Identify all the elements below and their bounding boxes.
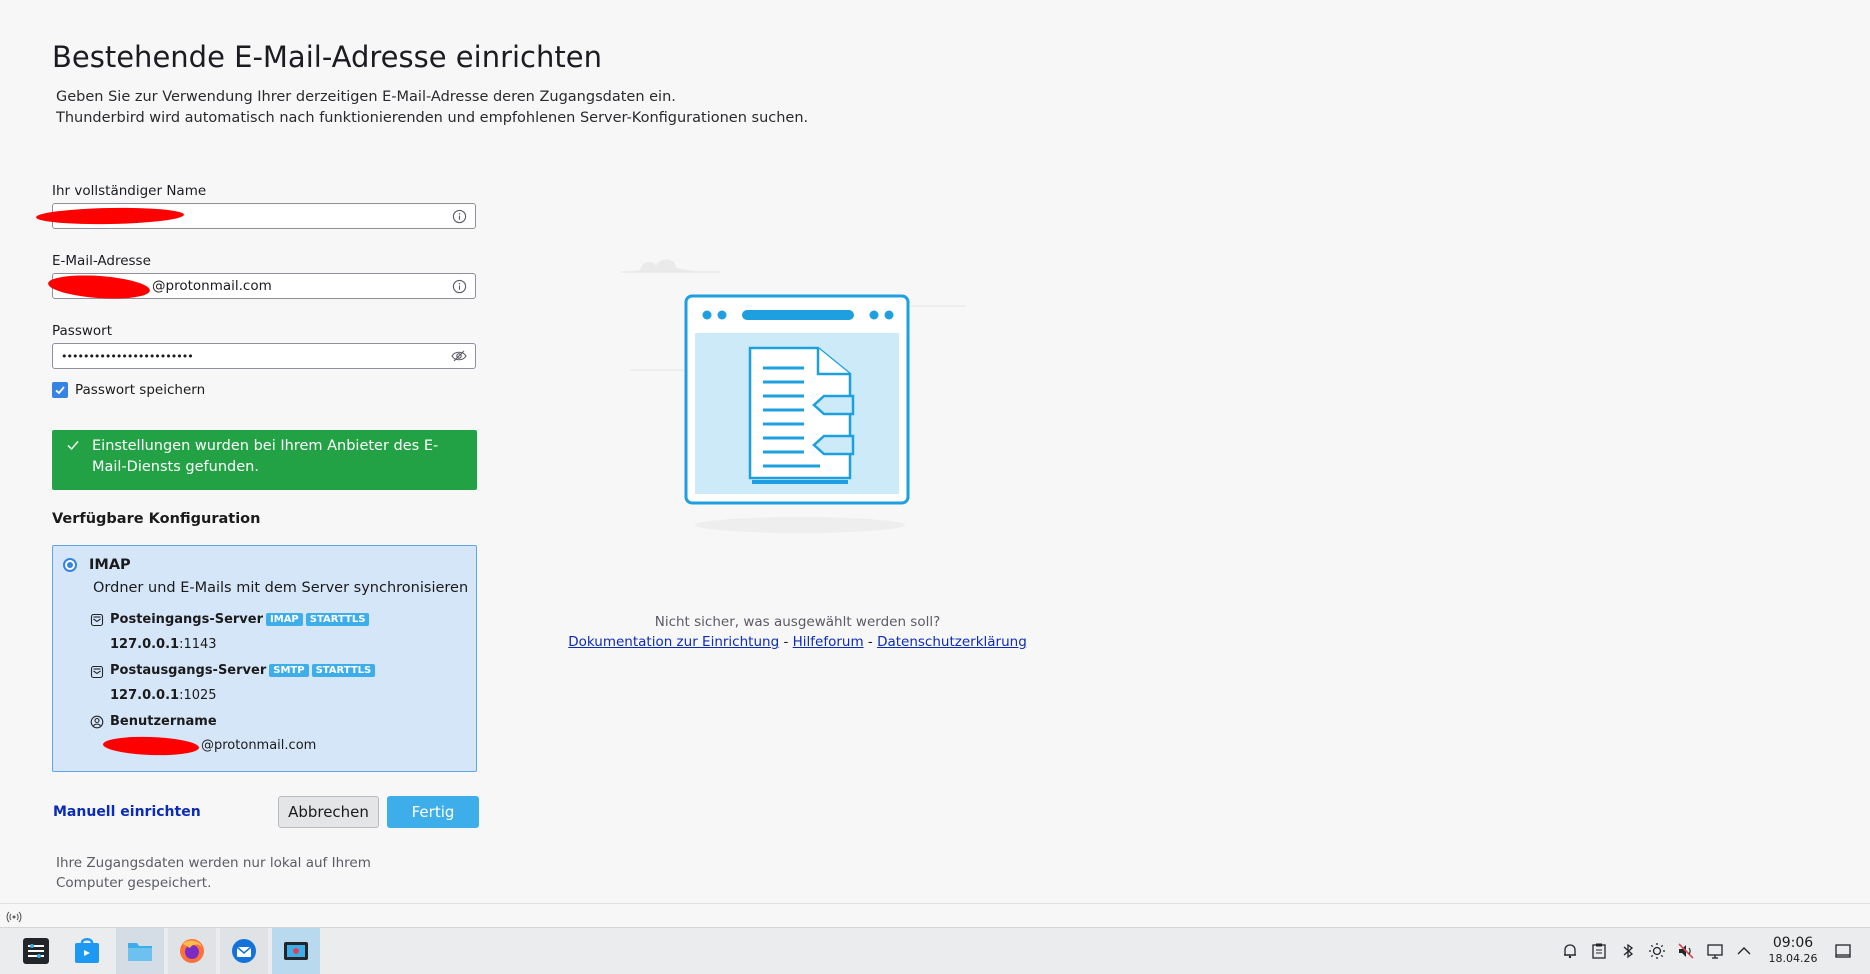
documentation-link[interactable]: Dokumentation zur Einrichtung	[568, 634, 779, 650]
show-desktop-icon[interactable]	[1833, 941, 1853, 961]
thunderbird-icon[interactable]	[220, 928, 268, 974]
status-bar	[0, 903, 1870, 928]
server-icon	[90, 612, 104, 627]
outgoing-server-label: Postausgangs-Server	[110, 663, 267, 678]
outgoing-badge-smtp: SMTP	[269, 664, 309, 677]
checkmark-icon	[66, 438, 80, 459]
spectacle-icon[interactable]	[272, 928, 320, 974]
incoming-server-label: Posteingangs-Server	[110, 612, 264, 627]
brightness-icon[interactable]	[1647, 941, 1667, 961]
success-text: Einstellungen wurden bei Ihrem Anbieter …	[92, 438, 439, 475]
discover-icon[interactable]	[69, 933, 105, 969]
info-icon[interactable]	[451, 278, 467, 294]
redaction-mark	[102, 735, 200, 757]
page-subtitle-line1: Geben Sie zur Verwendung Ihrer derzeitig…	[56, 89, 676, 105]
page-title: Bestehende E-Mail-Adresse einrichten	[52, 40, 602, 74]
taskbar: 09:06 18.04.26	[0, 927, 1870, 974]
remember-password-checkbox[interactable]	[52, 382, 68, 398]
protocol-name: IMAP	[89, 557, 131, 573]
done-button[interactable]: Fertig	[387, 796, 479, 828]
page-subtitle-line2: Thunderbird wird automatisch nach funkti…	[56, 110, 809, 126]
file-manager-icon[interactable]	[116, 928, 164, 974]
clipboard-icon[interactable]	[1589, 941, 1609, 961]
bluetooth-icon[interactable]	[1618, 941, 1638, 961]
username-label: Benutzername	[110, 714, 217, 729]
user-icon	[90, 714, 104, 729]
imap-radio[interactable]	[63, 558, 77, 572]
firefox-icon[interactable]	[168, 928, 216, 974]
server-icon	[90, 664, 104, 679]
info-icon[interactable]	[451, 208, 467, 224]
config-option-imap[interactable]: IMAP Ordner und E-Mails mit dem Server s…	[52, 545, 477, 772]
outgoing-port: :1025	[179, 688, 217, 703]
eye-slash-icon[interactable]	[451, 348, 467, 364]
username-value: @protonmail.com	[201, 738, 317, 753]
email-label: E-Mail-Adresse	[52, 253, 151, 269]
privacy-policy-link[interactable]: Datenschutzerklärung	[877, 634, 1027, 650]
cancel-button[interactable]: Abbrechen	[278, 796, 379, 828]
chevron-up-icon[interactable]	[1734, 941, 1754, 961]
clock-date[interactable]: 18.04.26	[1766, 952, 1820, 965]
link-separator: -	[867, 634, 873, 650]
password-field[interactable]: ••••••••••••••••••••••••	[52, 343, 476, 369]
incoming-host: 127.0.0.1	[110, 637, 180, 652]
outgoing-badge-starttls: STARTTLS	[311, 664, 376, 677]
incoming-badge-starttls: STARTTLS	[305, 613, 370, 626]
manual-setup-link[interactable]: Manuell einrichten	[53, 804, 201, 820]
config-section-title: Verfügbare Konfiguration	[52, 511, 261, 527]
incoming-port: :1143	[179, 637, 217, 652]
volume-muted-icon[interactable]	[1676, 941, 1696, 961]
link-separator: -	[783, 634, 789, 650]
remember-password-label: Passwort speichern	[75, 382, 206, 398]
help-forum-link[interactable]: Hilfeforum	[793, 634, 864, 650]
outgoing-host: 127.0.0.1	[110, 688, 180, 703]
notifications-icon[interactable]	[1560, 941, 1580, 961]
setup-illustration	[620, 250, 980, 540]
name-label: Ihr vollständiger Name	[52, 183, 207, 199]
incoming-badge-imap: IMAP	[266, 613, 303, 626]
protocol-description: Ordner und E-Mails mit dem Server synchr…	[93, 580, 469, 596]
password-value: ••••••••••••••••••••••••	[61, 349, 194, 363]
help-links: Dokumentation zur Einrichtung - Hilfefor…	[560, 634, 1035, 650]
activity-icon	[6, 909, 22, 928]
network-icon[interactable]	[1705, 941, 1725, 961]
app-launcher-icon[interactable]	[18, 933, 54, 969]
help-question: Nicht sicher, was ausgewählt werden soll…	[654, 614, 941, 630]
privacy-note: Ihre Zugangsdaten werden nur lokal auf I…	[56, 855, 371, 891]
password-label: Passwort	[52, 323, 113, 339]
clock-time[interactable]: 09:06	[1766, 935, 1820, 951]
success-notice: Einstellungen wurden bei Ihrem Anbieter …	[52, 430, 477, 490]
